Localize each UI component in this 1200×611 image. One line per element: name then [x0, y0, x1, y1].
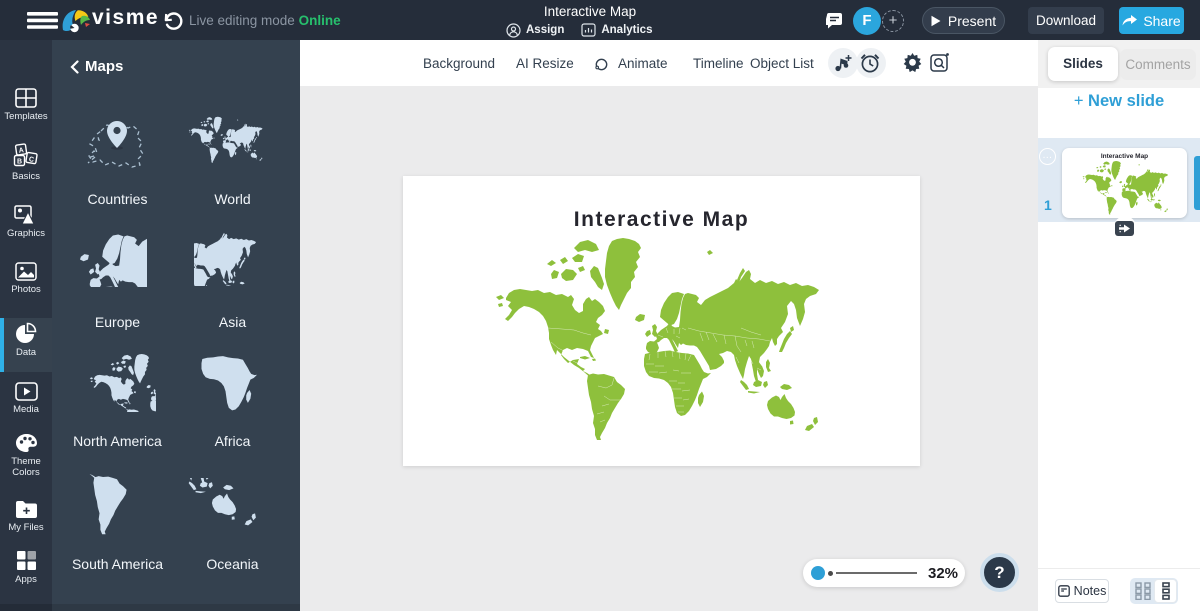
svg-text:C: C: [28, 156, 34, 164]
svg-text:A: A: [18, 147, 24, 155]
svg-text:B: B: [17, 159, 22, 166]
